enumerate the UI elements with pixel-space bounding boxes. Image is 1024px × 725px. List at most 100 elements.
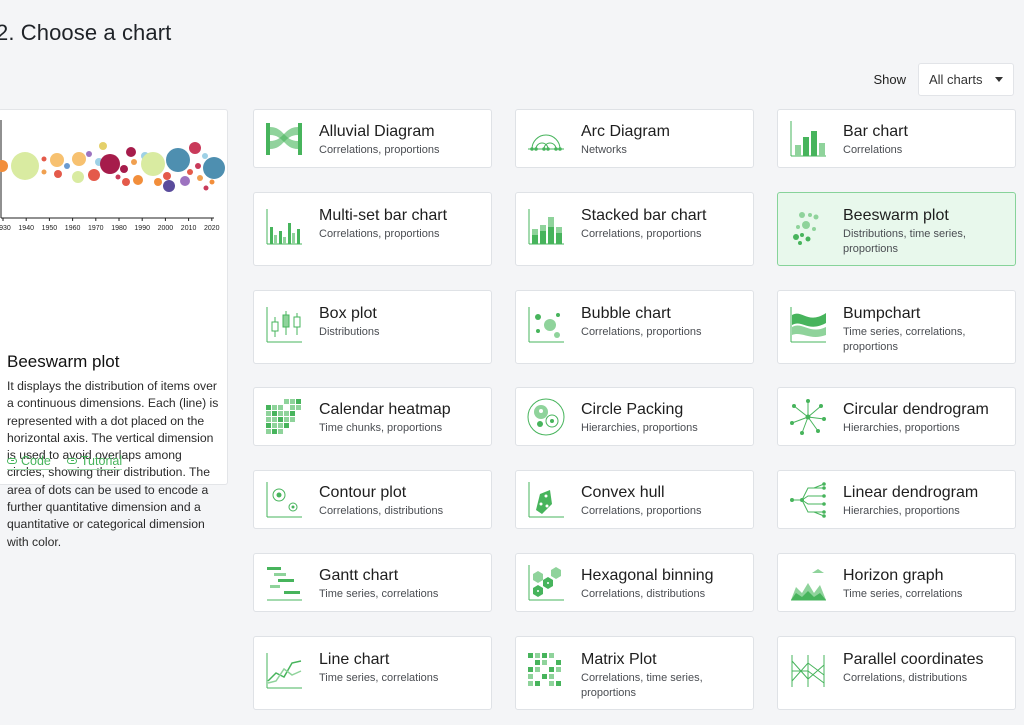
link-icon (7, 458, 17, 464)
chart-filter: Show All charts (873, 63, 1014, 96)
chart-card-title: Linear dendrogram (843, 484, 979, 501)
detail-title: Beeswarm plot (7, 352, 120, 371)
chart-card-parallel[interactable]: Parallel coordinates Correlations, distri… (777, 636, 1016, 710)
hexbin-icon (528, 565, 564, 601)
chart-card-title: Alluvial Diagram (319, 123, 435, 140)
chart-card-tags: Correlations, proportions (319, 228, 440, 240)
chart-card-title: Calendar heatmap (319, 401, 451, 418)
chart-card-title: Hexagonal binning (581, 567, 714, 584)
chart-filter-select[interactable]: All charts (918, 63, 1014, 96)
page-title: 2. Choose a chart (0, 20, 172, 45)
horizon-icon (791, 569, 826, 601)
chart-card-tags: Time series, correlations (319, 588, 439, 600)
chart-card-title: Parallel coordinates (843, 651, 984, 668)
chart-card-circular-dendrogram[interactable]: Circular dendrogram Hierarchies, proporti… (777, 387, 1016, 446)
chart-card-title: Bar chart (843, 123, 908, 140)
axis-tick-label: 2000 (158, 225, 174, 232)
link-icon (66, 458, 77, 464)
chart-card-bump[interactable]: Bumpchart Time series, correlations, prop… (777, 290, 1016, 364)
chart-card-line[interactable]: Line chart Time series, correlations (253, 636, 492, 710)
beeswarm-preview: 1930 1940 1950 1960 1970 1980 1990 2000 2010 2020 (0, 120, 225, 232)
caret-down-icon (995, 77, 1003, 82)
axis-tick-label: 1990 (134, 225, 150, 232)
chart-card-tags: Distributions, time series, proportions (843, 228, 966, 255)
chart-card-boxplot[interactable]: Box plot Distributions (253, 290, 492, 364)
chart-card-calendar[interactable]: Calendar heatmap Time chunks, proportions (253, 387, 492, 446)
chart-card-title: Beeswarm plot (843, 207, 949, 224)
chart-card-stacked-bar[interactable]: Stacked bar chart Correlations, proportio… (515, 192, 754, 266)
chart-card-gantt[interactable]: Gantt chart Time series, correlations (253, 553, 492, 612)
chart-card-title: Circular dendrogram (843, 401, 989, 418)
chart-card-tags: Correlations, distributions (843, 672, 968, 684)
tutorial-link-label: Tutorial (80, 454, 123, 468)
boxplot-icon (266, 307, 302, 343)
chart-card-beeswarm[interactable]: Beeswarm plot Distributions, time series,… (777, 192, 1016, 266)
chart-card-convex-hull[interactable]: Convex hull Correlations, proportions (515, 470, 754, 529)
chart-card-tags: Time chunks, proportions (319, 422, 443, 434)
axis-tick-label: 1960 (65, 225, 81, 232)
chart-card-title: Matrix Plot (581, 651, 657, 668)
chart-card-tags: Distributions (319, 326, 380, 338)
chart-card-title: Box plot (319, 305, 377, 322)
axis-tick-label: 2020 (204, 225, 220, 232)
chart-card-tags: Networks (581, 144, 627, 156)
chart-card-tags: Correlations (843, 144, 903, 156)
chart-card-tags: Time series, correlations (319, 672, 439, 684)
chart-card-multiset-bar[interactable]: Multi-set bar chart Correlations, proport… (253, 192, 492, 266)
axis-tick-label: 1930 (0, 225, 11, 232)
chart-card-tags: Hierarchies, proportions (843, 505, 960, 517)
code-link-label: Code (21, 454, 51, 468)
axis-tick-label: 2010 (181, 225, 197, 232)
chart-card-tags: Correlations, distributions (319, 505, 444, 517)
contour-icon (266, 482, 302, 518)
arc-icon (528, 134, 564, 151)
bubble-icon (528, 307, 564, 343)
tutorial-link[interactable]: Tutorial (66, 454, 123, 470)
chart-card-title: Bumpchart (843, 305, 921, 322)
chart-card-tags: Correlations, proportions (581, 326, 702, 338)
chart-card-title: Convex hull (581, 484, 665, 501)
preview-axis-ticks: 1930 1940 1950 1960 1970 1980 1990 2000 2010 2020 (0, 218, 220, 232)
linear-dendrogram-icon (790, 482, 826, 518)
chart-card-alluvial[interactable]: Alluvial Diagram Correlations, proportion… (253, 109, 492, 168)
axis-tick-label: 1970 (88, 225, 104, 232)
chart-card-title: Horizon graph (843, 567, 944, 584)
axis-tick-label: 1980 (111, 225, 127, 232)
chart-card-title: Stacked bar chart (581, 207, 707, 224)
chart-card-bar[interactable]: Bar chart Correlations (777, 109, 1016, 168)
alluvial-icon (266, 123, 302, 155)
chart-card-matrix[interactable]: Matrix Plot Correlations, time series, pr… (515, 636, 754, 710)
axis-tick-label: 1950 (42, 225, 58, 232)
bump-icon (790, 307, 826, 343)
chart-card-arc[interactable]: Arc Diagram Networks (515, 109, 754, 168)
chart-card-circle-packing[interactable]: Circle Packing Hierarchies, proportions (515, 387, 754, 446)
parallel-icon (791, 655, 825, 687)
bar-icon (790, 121, 826, 157)
chart-detail-panel: 1930 1940 1950 1960 1970 1980 1990 2000 2010 2020… (0, 109, 228, 549)
chart-card-tags: Correlations, proportions (581, 505, 702, 517)
matrix-icon (528, 653, 561, 686)
stacked-bar-icon (528, 209, 564, 245)
code-link[interactable]: Code (7, 454, 51, 470)
chart-card-tags: Correlations, proportions (581, 228, 702, 240)
chart-card-contour[interactable]: Contour plot Correlations, distributions (253, 470, 492, 529)
chart-card-title: Gantt chart (319, 567, 399, 584)
filter-label: Show (873, 72, 906, 87)
chart-card-linear-dendrogram[interactable]: Linear dendrogram Hierarchies, proportion… (777, 470, 1016, 529)
chart-card-tags: Time series, correlations (843, 588, 963, 600)
chart-card-tags: Correlations, proportions (319, 144, 440, 156)
chart-card-hexbin[interactable]: Hexagonal binning Correlations, distribut… (515, 553, 754, 612)
chart-card-tags: Correlations, distributions (581, 588, 706, 600)
chart-card-horizon[interactable]: Horizon graph Time series, correlations (777, 553, 1016, 612)
chart-card-title: Circle Packing (581, 401, 684, 418)
beeswarm-icon (793, 212, 819, 245)
convex-hull-icon (528, 482, 564, 518)
detail-links: Code Tutorial (7, 454, 123, 470)
calendar-icon (266, 399, 301, 434)
circle-packing-icon (527, 398, 565, 436)
multiset-bar-icon (266, 209, 302, 245)
chart-card-title: Line chart (319, 651, 390, 668)
chart-card-bubble[interactable]: Bubble chart Correlations, proportions (515, 290, 754, 364)
chart-card-tags: Hierarchies, proportions (843, 422, 960, 434)
chart-card-tags: Hierarchies, proportions (581, 422, 698, 434)
